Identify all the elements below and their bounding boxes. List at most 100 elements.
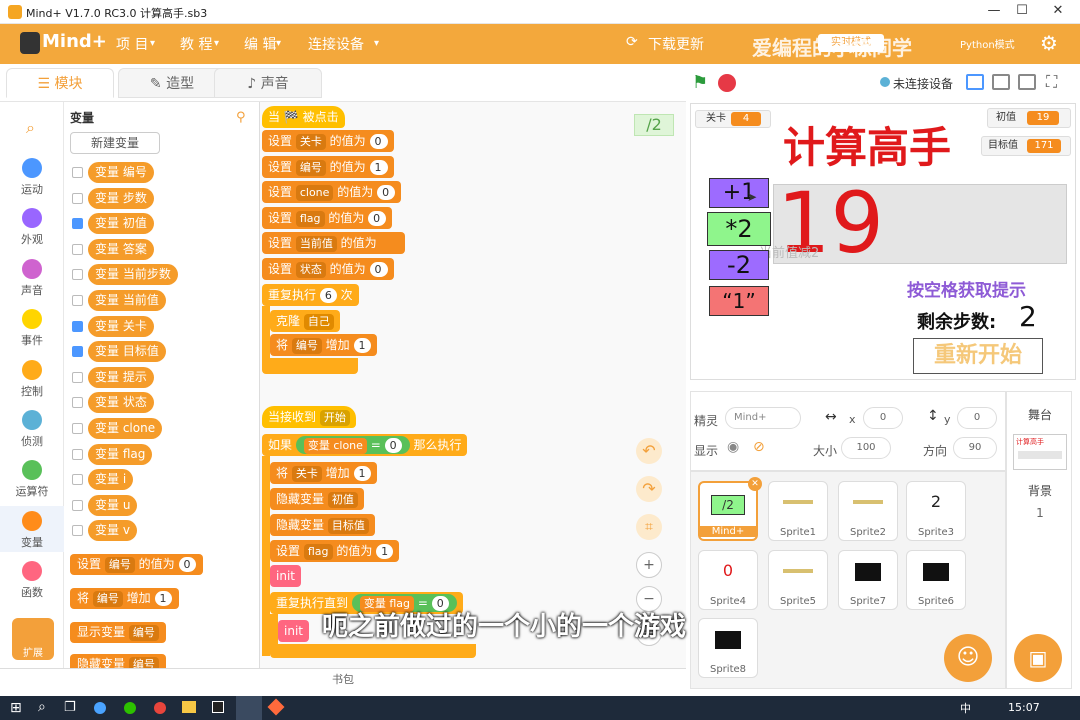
message-dropdown[interactable]: 开始 — [319, 410, 350, 426]
new-variable-button[interactable]: 新建变量 — [70, 132, 160, 154]
category-sensing[interactable]: 侦测 — [0, 410, 64, 449]
init-call-block[interactable]: init — [270, 565, 301, 587]
value-input[interactable]: 1 — [353, 338, 371, 353]
set-var-block[interactable]: 设置 当前值 的值为 — [262, 232, 405, 255]
var-dropdown[interactable]: 初值 — [327, 492, 358, 508]
app-icon[interactable] — [267, 698, 285, 716]
variable-reporter[interactable]: 变量 步数 — [88, 187, 154, 209]
value-input[interactable]: 0 — [377, 185, 396, 201]
if-block[interactable]: 如果 变量 clone = 0 那么执行 — [262, 434, 468, 456]
variable-reporter[interactable]: 变量 答案 — [88, 238, 154, 260]
variable-checkbox[interactable] — [72, 192, 83, 204]
wechat-icon[interactable] — [124, 702, 136, 714]
small-stage-icon[interactable] — [966, 74, 984, 90]
init-call-block[interactable]: init — [278, 620, 309, 642]
variable-checkbox[interactable] — [72, 525, 83, 537]
var-dropdown[interactable]: 编号 — [295, 159, 326, 176]
when-receive-block[interactable]: 当接收到 开始 — [262, 406, 356, 428]
variable-reporter[interactable]: 变量 v — [88, 520, 137, 542]
category-operators[interactable]: 运算符 — [0, 460, 64, 499]
category-looks[interactable]: 外观 — [0, 208, 64, 247]
var-dropdown[interactable]: 编号 — [291, 338, 322, 354]
extensions-button[interactable]: 扩展 — [12, 618, 54, 660]
clone-target-dropdown[interactable]: 自己 — [303, 314, 334, 330]
var-dropdown[interactable]: flag — [295, 210, 325, 227]
search-icon[interactable]: ⌕ — [38, 699, 46, 715]
value-input[interactable]: 0 — [369, 134, 388, 149]
fullscreen-icon[interactable]: ⛶ — [1046, 72, 1057, 92]
variable-reporter[interactable]: 变量 目标值 — [88, 341, 166, 363]
folder-icon[interactable] — [182, 701, 196, 713]
var-dropdown[interactable]: 编号 — [104, 557, 135, 573]
delete-sprite-icon[interactable]: ✕ — [748, 477, 762, 491]
sprite-name-input[interactable]: Mind+ — [725, 407, 801, 429]
variable-checkbox[interactable] — [72, 346, 83, 358]
var-dropdown[interactable]: 目标值 — [327, 518, 369, 534]
menu-project[interactable]: 项 目 — [116, 34, 148, 54]
eye-hidden-icon[interactable]: ⊘ — [753, 439, 765, 455]
value-input[interactable]: 0 — [369, 262, 388, 277]
y-input[interactable]: 0 — [957, 407, 997, 429]
variable-checkbox[interactable] — [72, 320, 83, 332]
var-dropdown[interactable]: 编号 — [128, 625, 159, 641]
variable-checkbox[interactable] — [72, 269, 83, 281]
chrome-icon[interactable] — [154, 702, 166, 714]
category-sound[interactable]: 声音 — [0, 259, 64, 298]
variable-checkbox[interactable] — [72, 423, 83, 434]
direction-input[interactable]: 90 — [953, 437, 997, 459]
undo-icon[interactable]: ↶ — [636, 438, 662, 464]
maximize-button[interactable]: ☐ — [1008, 3, 1036, 21]
variable-checkbox[interactable] — [72, 448, 83, 460]
set-var-block[interactable]: 设置 编号 的值为 1 — [262, 155, 394, 178]
menu-connect-device[interactable]: 连接设备 — [308, 34, 364, 54]
task-view-icon[interactable]: ❐ — [64, 700, 76, 715]
value-input[interactable]: 1 — [369, 159, 388, 175]
sprite-tile[interactable]: /2 Mind+ ✕ — [698, 477, 762, 541]
stage-layout-icon[interactable] — [1018, 74, 1036, 90]
category-motion[interactable]: 运动 — [0, 158, 64, 197]
variable-checkbox[interactable] — [72, 474, 83, 486]
clone-block[interactable]: 克隆 自己 — [270, 310, 340, 332]
var-dropdown[interactable]: flag — [303, 544, 333, 560]
search-icon[interactable]: ⌕ — [26, 118, 35, 138]
category-functions[interactable]: 函数 — [0, 561, 64, 600]
variable-checkbox[interactable] — [72, 218, 83, 230]
app-icon[interactable] — [94, 702, 106, 714]
size-input[interactable]: 100 — [841, 437, 891, 459]
add-sprite-icon[interactable]: ☺ — [944, 634, 992, 682]
redo-icon[interactable]: ↷ — [636, 476, 662, 502]
active-app-icon[interactable] — [236, 696, 262, 720]
x-input[interactable]: 0 — [863, 407, 903, 429]
variable-checkbox[interactable] — [72, 397, 83, 409]
category-variables[interactable]: 变量 — [0, 506, 64, 552]
op-times2-button[interactable]: *2 — [707, 212, 771, 246]
sprite-tile[interactable]: Sprite2 — [838, 481, 898, 541]
variable-checkbox[interactable] — [72, 295, 83, 306]
value-input[interactable]: 1 — [353, 466, 371, 481]
gear-icon[interactable]: ⚙ — [1040, 31, 1058, 55]
eye-icon[interactable]: ◉ — [727, 439, 739, 455]
variable-reporter[interactable]: 变量 状态 — [88, 392, 154, 414]
tab-costumes[interactable]: ✎ 造型 — [118, 68, 226, 98]
close-button[interactable]: ✕ — [1044, 3, 1072, 21]
value-input[interactable]: 1 — [154, 591, 172, 606]
sprite-tile[interactable]: Sprite6 — [906, 550, 966, 610]
variable-reporter[interactable]: 变量 i — [88, 469, 134, 491]
download-update-button[interactable]: 下载更新 — [648, 34, 704, 54]
op-plus1-button[interactable]: +1 — [709, 178, 769, 208]
value-input[interactable]: 0 — [384, 438, 402, 453]
variable-reporter[interactable]: 变量 当前值 — [88, 290, 166, 311]
set-var-block[interactable]: 设置 flag 的值为 0 — [262, 206, 393, 229]
change-var-block[interactable]: 将 编号 增加 1 — [70, 588, 179, 609]
large-stage-icon[interactable] — [992, 74, 1010, 90]
var-dropdown[interactable]: clone — [295, 185, 334, 202]
set-var-block[interactable]: 设置 编号 的值为 0 — [70, 554, 203, 575]
stage-thumbnail[interactable]: 计算高手 — [1013, 434, 1067, 470]
set-var-block[interactable]: 设置 状态 的值为 0 — [262, 258, 394, 280]
set-var-block[interactable]: 设置 关卡 的值为 0 — [262, 130, 394, 152]
sprite-tile[interactable]: Sprite8 — [698, 618, 758, 678]
variable-checkbox[interactable] — [72, 243, 83, 255]
variable-checkbox[interactable] — [72, 499, 83, 511]
sprite-tile[interactable]: Sprite5 — [768, 550, 828, 610]
op-minus2-button[interactable]: -2 — [709, 250, 769, 280]
